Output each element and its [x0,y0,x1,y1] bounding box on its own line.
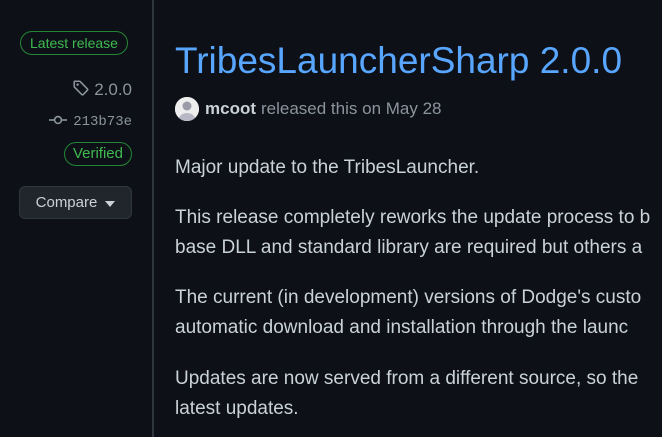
git-commit-icon [49,114,68,131]
author-name[interactable]: mcoot [205,99,256,119]
release-paragraph: Updates are now served from a different … [175,364,638,424]
commit-link[interactable]: 213b73e [49,112,132,132]
release-author-row: mcoot released this on May 28 [175,95,442,123]
release-paragraph: This release completely reworks the upda… [175,203,650,263]
paragraph-line: The current (in development) versions of… [175,287,642,308]
compare-button[interactable]: Compare [19,186,132,219]
triangle-down-icon [105,194,116,211]
paragraph-line: This release completely reworks the upda… [175,207,651,228]
compare-label: Compare [35,194,98,211]
avatar[interactable] [175,97,199,121]
latest-release-badge: Latest release [20,31,128,55]
paragraph-line: Major update to the TribesLauncher. [175,157,480,178]
release-sidebar: Latest release 2.0.0 213b73e Verified Co… [0,0,152,437]
release-paragraph: Major update to the TribesLauncher. [175,153,479,183]
release-title[interactable]: TribesLauncherSharp 2.0.0 [175,37,622,85]
commit-sha: 213b73e [73,114,132,130]
release-paragraph: The current (in development) versions of… [175,283,641,343]
release-page: Latest release 2.0.0 213b73e Verified Co… [0,0,662,437]
sidebar-divider [152,0,154,437]
tag-label: 2.0.0 [94,80,132,99]
verified-badge[interactable]: Verified [63,142,132,166]
released-date-text: released this on May 28 [261,99,442,118]
paragraph-line: automatic download and installation thro… [175,317,629,338]
paragraph-line: Updates are now served from a different … [175,368,639,389]
paragraph-line: latest updates. [175,398,299,419]
tag-icon [72,79,90,102]
release-main: TribesLauncherSharp 2.0.0 mcoot released… [175,0,662,437]
paragraph-line: base DLL and standard library are requir… [175,237,643,258]
release-tag-link[interactable]: 2.0.0 [72,78,132,102]
